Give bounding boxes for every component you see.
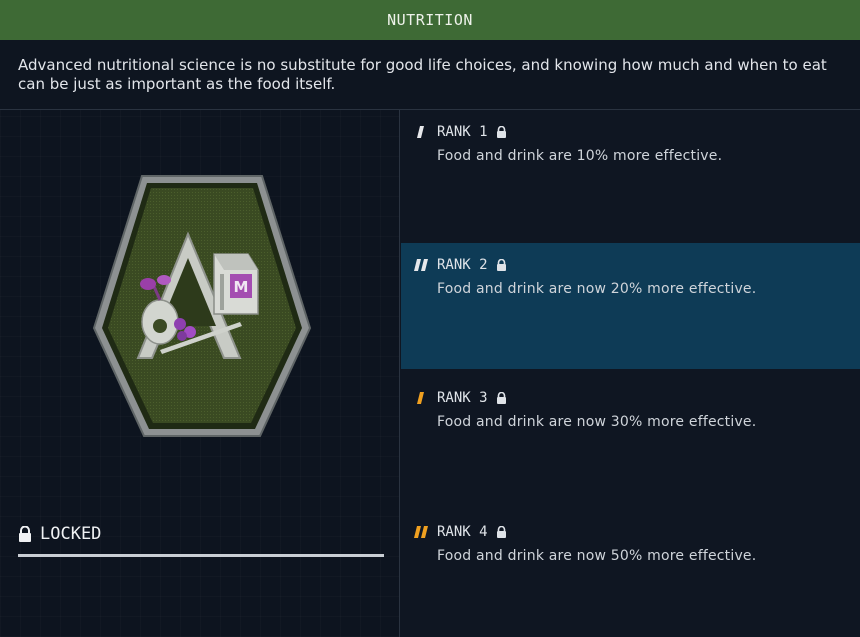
rank-1-description: Food and drink are 10% more effective. <box>437 148 723 164</box>
rank-3-description: Food and drink are now 30% more effectiv… <box>437 414 757 430</box>
rank-list: RANK 1 Food and drink are 10% more effec… <box>401 110 860 637</box>
rank-3-mark-icon <box>417 392 424 404</box>
skill-panel: M LOCKED <box>0 110 400 637</box>
rank-1-label: RANK 1 <box>437 124 488 140</box>
svg-text:M: M <box>234 278 249 296</box>
lock-status-label: LOCKED <box>40 524 102 544</box>
rank-4-mark-icon <box>414 526 428 538</box>
lock-icon <box>496 126 506 138</box>
lock-icon <box>19 526 31 542</box>
lock-icon <box>496 392 506 404</box>
rank-2-label: RANK 2 <box>437 257 488 273</box>
lock-status-divider <box>18 554 384 557</box>
lock-status: LOCKED <box>18 524 101 544</box>
rank-2-mark-icon <box>414 259 428 271</box>
lock-icon <box>496 259 506 271</box>
rank-3-label: RANK 3 <box>437 390 488 406</box>
rank-row-2[interactable]: RANK 2 Food and drink are now 20% more e… <box>401 243 860 369</box>
rank-row-1[interactable]: RANK 1 Food and drink are 10% more effec… <box>401 110 860 236</box>
lock-icon <box>496 526 506 538</box>
nutrition-badge-icon: M <box>90 174 314 438</box>
rank-4-description: Food and drink are now 50% more effectiv… <box>437 548 757 564</box>
page-title: NUTRITION <box>387 11 473 29</box>
rank-1-mark-icon <box>417 126 424 138</box>
skill-description: Advanced nutritional science is no subst… <box>0 40 860 110</box>
rank-row-4[interactable]: RANK 4 Food and drink are now 50% more e… <box>401 510 860 636</box>
rank-row-3[interactable]: RANK 3 Food and drink are now 30% more e… <box>401 376 860 502</box>
rank-4-label: RANK 4 <box>437 524 488 540</box>
rank-2-description: Food and drink are now 20% more effectiv… <box>437 281 757 297</box>
header-bar: NUTRITION <box>0 0 860 40</box>
